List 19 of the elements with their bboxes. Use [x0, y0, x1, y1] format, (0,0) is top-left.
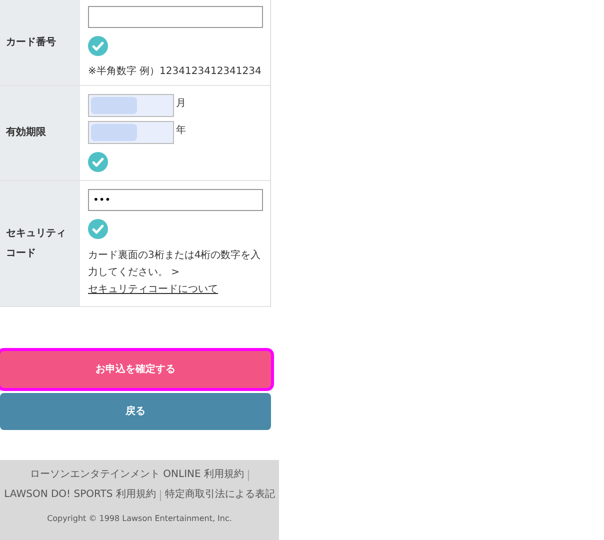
- field-label: コード: [6, 246, 37, 260]
- help-text: カード裏面の3桁または4桁の数字を入力してください。 >: [88, 248, 262, 280]
- select-field[interactable]: [88, 94, 174, 117]
- back-button[interactable]: 戻る: [0, 393, 271, 430]
- card-number-field[interactable]: [88, 6, 263, 28]
- field-label: カード番号: [6, 36, 57, 50]
- hint-text: ※半角数字 例）1234123412341234: [88, 64, 262, 79]
- unit-label: 年: [176, 124, 186, 138]
- copyright-text: Copyright © 1998 Lawson Entertainment, Inc.: [47, 513, 232, 525]
- footer-link[interactable]: 特定商取引法による表記: [164, 488, 275, 502]
- field-label: セキュリティ: [6, 226, 67, 240]
- field-label: 有効期限: [6, 126, 47, 140]
- unit-label: 月: [176, 97, 186, 111]
- confirm-button[interactable]: お申込を確定する: [0, 351, 271, 388]
- select-field[interactable]: [88, 121, 174, 144]
- security-code-link[interactable]: セキュリティコードについて: [88, 281, 218, 298]
- footer-link[interactable]: LAWSON DO! SPORTS 利用規約: [4, 488, 156, 502]
- security-code-field[interactable]: •••: [88, 189, 263, 211]
- footer-link[interactable]: ローソンエンタテインメント ONLINE 利用規約: [30, 468, 244, 482]
